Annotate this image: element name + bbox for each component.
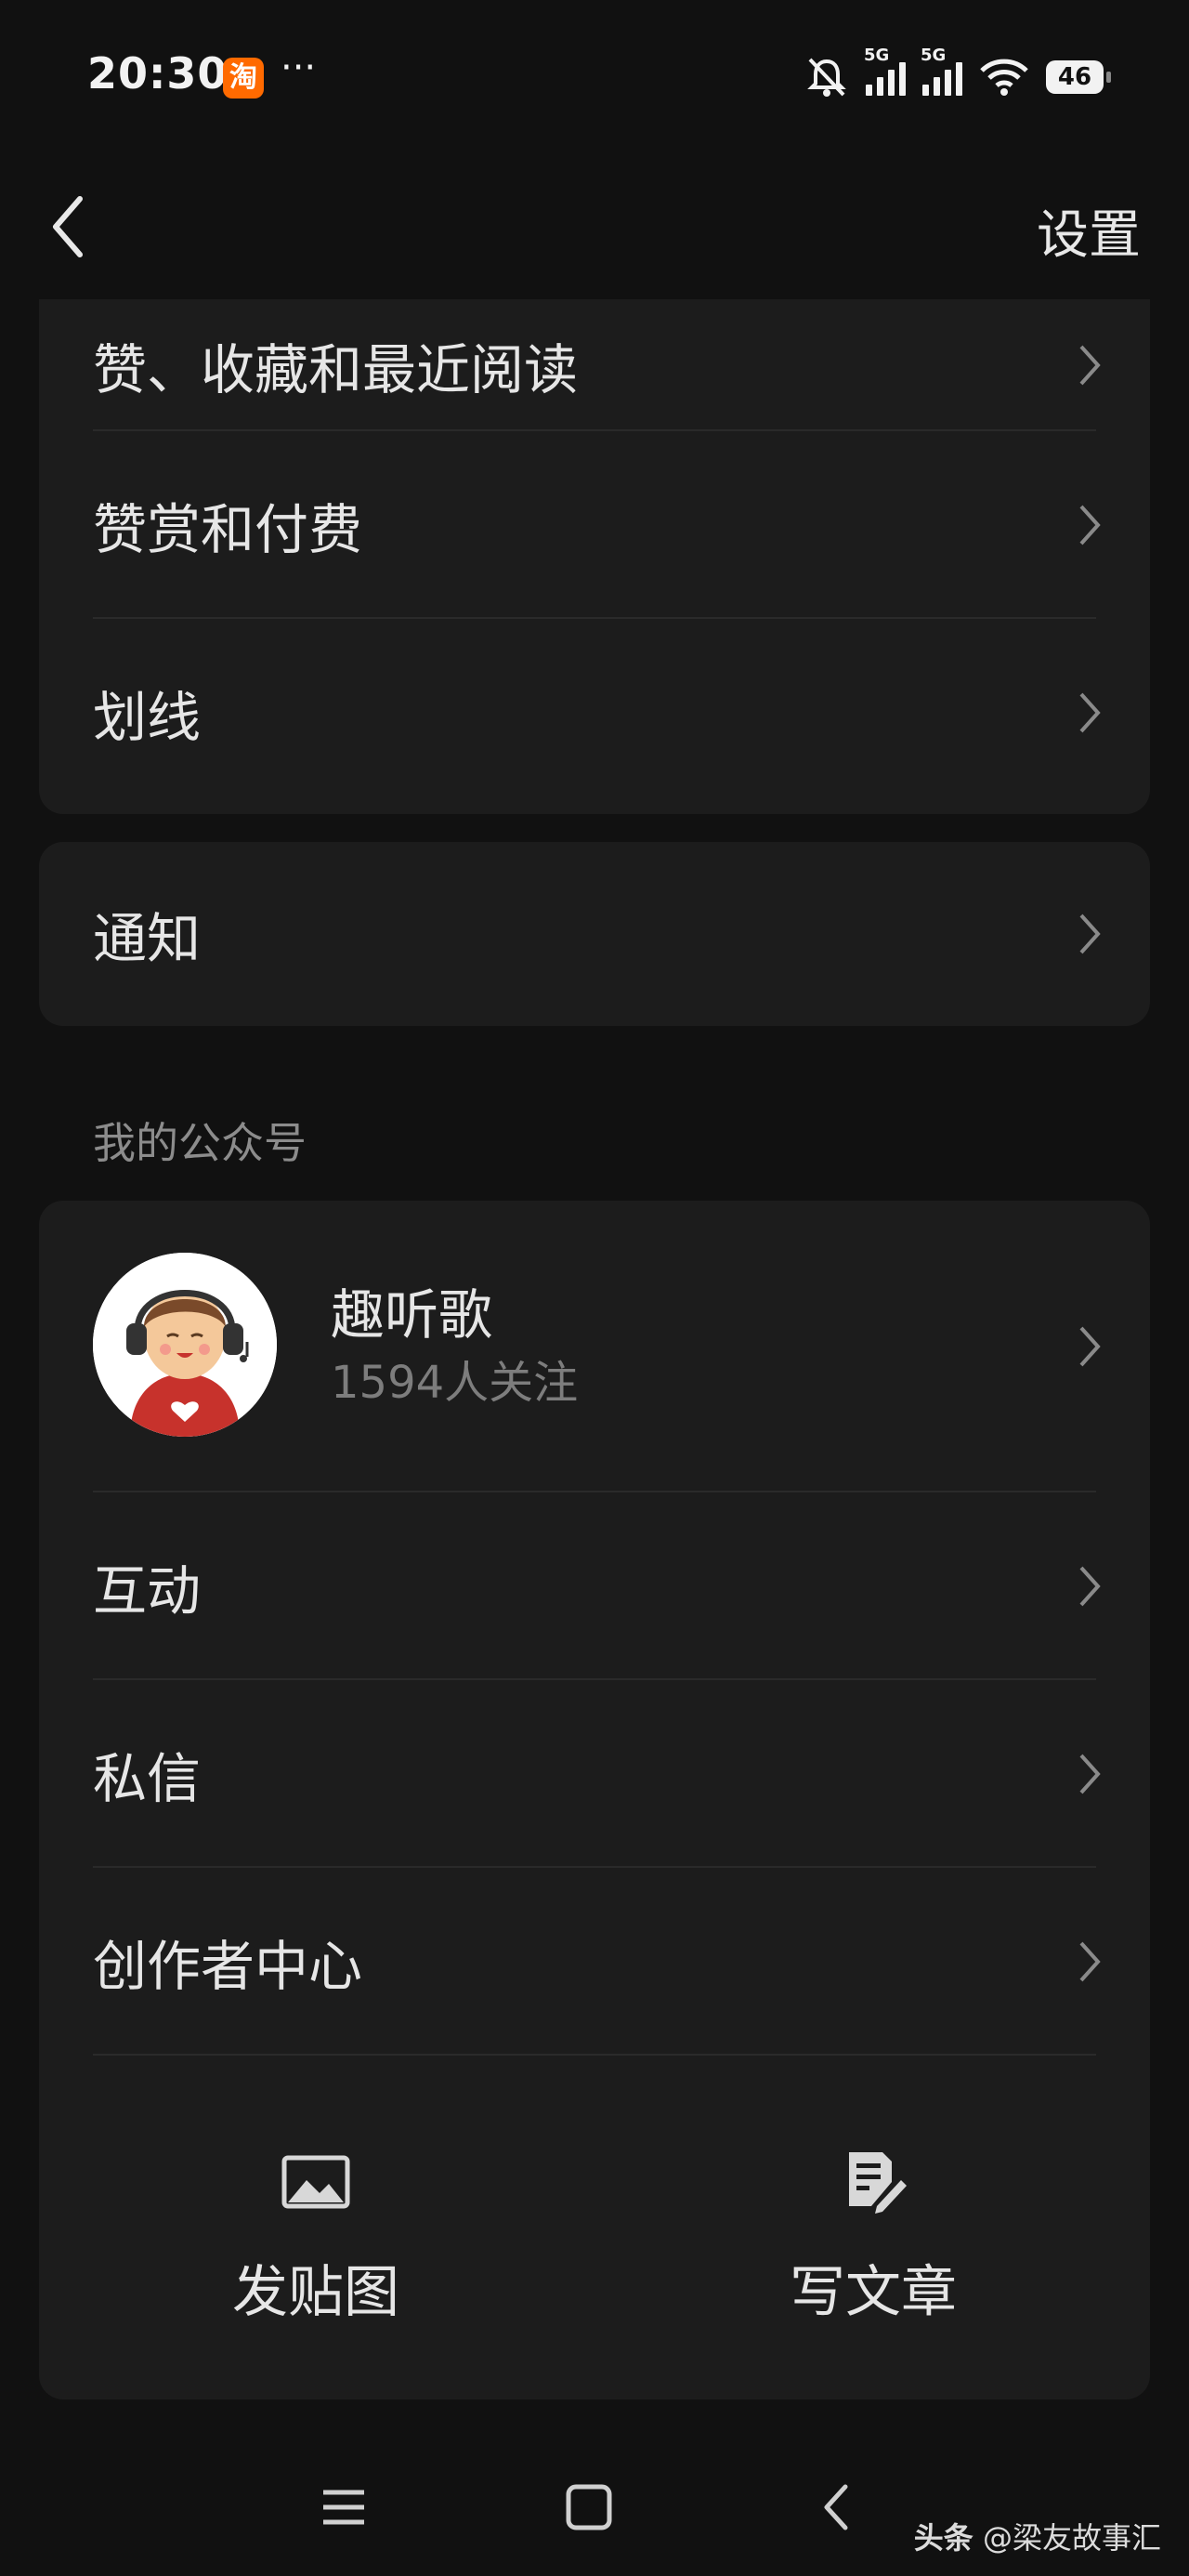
row-label: 划线 (93, 686, 202, 749)
write-article-button[interactable]: 写文章 (687, 2149, 1059, 2328)
watermark-source: 头条 (913, 2520, 973, 2556)
avatar-image (93, 1253, 277, 1437)
row-label: 赞、收藏和最近阅读 (93, 338, 579, 401)
card-reading: 赞、收藏和最近阅读 赞赏和付费 划线 (39, 299, 1150, 814)
action-bar: 发贴图 写文章 (39, 2139, 1150, 2362)
home-icon[interactable] (561, 2479, 617, 2535)
account-name: 趣听歌 (331, 1283, 493, 1347)
section-title-my-official-account: 我的公众号 (93, 1118, 307, 1168)
row-private-messages[interactable]: 私信 (39, 1680, 1150, 1868)
battery-icon: 46 (1046, 60, 1111, 94)
signal-1-icon: 5G (864, 46, 906, 96)
status-time: 20:30 (87, 48, 229, 99)
row-label: 通知 (93, 907, 202, 970)
chevron-right-icon (1079, 1326, 1101, 1367)
top-bar: 设置 (0, 158, 1189, 297)
menu-icon[interactable] (316, 2479, 372, 2535)
chevron-right-icon (1079, 1566, 1101, 1607)
image-icon (281, 2155, 350, 2209)
chevron-right-icon (1079, 505, 1101, 545)
system-navigation-bar: 头条 @梁友故事汇 (0, 2435, 1189, 2576)
card-notifications: 通知 (39, 842, 1150, 1026)
chevron-right-icon (1079, 913, 1101, 954)
signal-1-label: 5G (864, 46, 890, 65)
row-likes-favorites-recent[interactable]: 赞、收藏和最近阅读 (39, 299, 1150, 431)
signal-2-icon: 5G (921, 46, 962, 96)
chevron-right-icon (1079, 692, 1101, 733)
chevron-right-icon (1079, 1754, 1101, 1794)
mute-bell-icon (807, 58, 846, 97)
signal-2-label: 5G (921, 46, 947, 65)
settings-button[interactable]: 设置 (1037, 193, 1141, 269)
watermark: 头条 @梁友故事汇 (914, 2515, 1161, 2557)
back-arrow-icon[interactable] (41, 190, 97, 264)
wifi-icon (980, 59, 1028, 96)
row-notifications[interactable]: 通知 (39, 842, 1150, 1026)
chevron-right-icon (1079, 1941, 1101, 1982)
card-official-account: 趣听歌 1594人关注 互动 私信 创作者中心 发贴图 写文章 (39, 1201, 1150, 2399)
chevron-right-icon (1079, 345, 1101, 386)
write-article-label: 写文章 (790, 2260, 957, 2325)
row-label: 互动 (93, 1559, 202, 1623)
divider (93, 2054, 1096, 2056)
watermark-handle: @梁友故事汇 (982, 2520, 1161, 2556)
row-label: 创作者中心 (93, 1935, 363, 1998)
taobao-notification-icon: 淘 (223, 58, 264, 99)
row-label: 赞赏和付费 (93, 498, 363, 561)
row-underline[interactable]: 划线 (39, 619, 1150, 807)
edit-document-icon (849, 2152, 907, 2214)
account-row[interactable]: 趣听歌 1594人关注 (39, 1201, 1150, 1492)
status-bar: 20:30 淘 ··· 5G 5G 46 (0, 0, 1189, 158)
status-icons: 5G 5G 46 (804, 46, 1111, 100)
row-rewards-payments[interactable]: 赞赏和付费 (39, 431, 1150, 619)
post-image-label: 发贴图 (232, 2260, 399, 2325)
row-creator-center[interactable]: 创作者中心 (39, 1868, 1150, 2056)
row-interaction[interactable]: 互动 (39, 1492, 1150, 1680)
back-icon[interactable] (810, 2479, 866, 2535)
more-notifications-icon: ··· (281, 46, 317, 89)
account-followers: 1594人关注 (331, 1357, 579, 1409)
post-image-button[interactable]: 发贴图 (130, 2149, 502, 2328)
account-avatar (93, 1253, 277, 1437)
row-label: 私信 (93, 1747, 202, 1810)
